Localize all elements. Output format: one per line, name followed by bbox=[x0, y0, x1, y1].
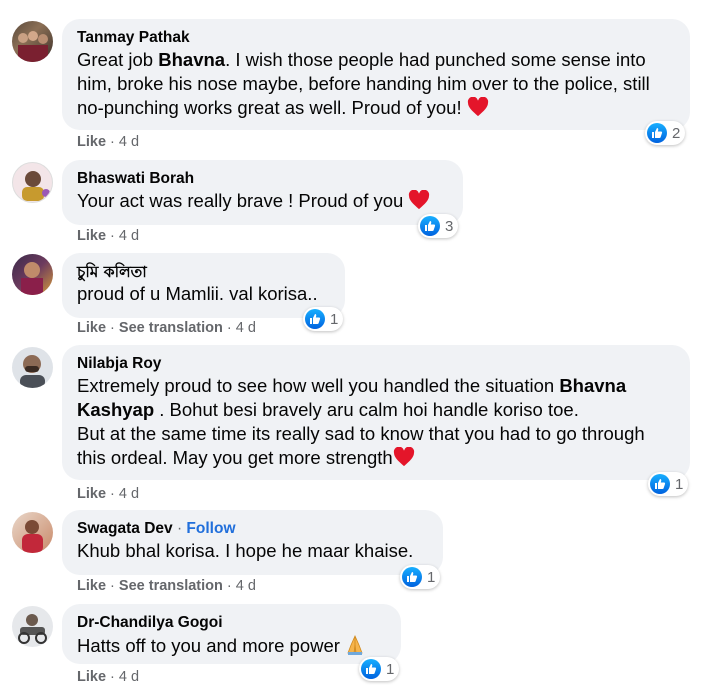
avatar[interactable] bbox=[12, 254, 53, 295]
comment-bubble: চুমি কলিতা proud of u Mamlii. val korisa… bbox=[62, 253, 345, 318]
thumbs-up-icon bbox=[420, 216, 440, 236]
comment-author[interactable]: Dr-Chandilya Gogoi bbox=[77, 613, 387, 633]
reaction-count[interactable]: 2 bbox=[645, 121, 686, 145]
separator: · bbox=[110, 578, 119, 594]
separator: · bbox=[226, 578, 236, 594]
comment-text: proud of u Mamlii. val korisa.. bbox=[77, 283, 318, 304]
comment-bubble: Tanmay Pathak Great job Bhavna. I wish t… bbox=[62, 19, 690, 130]
separator: · bbox=[110, 228, 119, 244]
separator: · bbox=[110, 486, 119, 502]
separator: · bbox=[110, 320, 119, 336]
comment-author[interactable]: Tanmay Pathak bbox=[77, 28, 676, 48]
comment-actions: Like · See translation · 4 d bbox=[77, 320, 256, 336]
timestamp[interactable]: 4 d bbox=[236, 320, 256, 336]
reaction-number: 1 bbox=[330, 310, 339, 328]
comment-text: Extremely proud to see how well you hand… bbox=[77, 374, 676, 470]
reaction-number: 1 bbox=[675, 475, 684, 493]
red-heart-icon bbox=[467, 97, 488, 117]
comment-text: Khub bhal korisa. I hope he maar khaise. bbox=[77, 540, 414, 561]
comment-bubble: Swagata Dev · Follow Khub bhal korisa. I… bbox=[62, 510, 443, 575]
see-translation-link[interactable]: See translation bbox=[119, 578, 223, 594]
avatar[interactable] bbox=[12, 347, 53, 388]
thumbs-up-icon bbox=[305, 309, 325, 329]
reaction-count[interactable]: 1 bbox=[359, 657, 400, 681]
separator: · bbox=[226, 320, 236, 336]
timestamp[interactable]: 4 d bbox=[119, 228, 139, 244]
comment-bubble: Bhaswati Borah Your act was really brave… bbox=[62, 160, 463, 225]
follow-button[interactable]: Follow bbox=[186, 520, 235, 537]
comment-actions: Like · See translation · 4 d bbox=[77, 578, 256, 594]
separator: · bbox=[172, 520, 187, 537]
comment-text-part: Extremely proud to see how well you hand… bbox=[77, 375, 560, 396]
like-button[interactable]: Like bbox=[77, 134, 106, 150]
reaction-number: 1 bbox=[427, 568, 436, 586]
reaction-count[interactable]: 1 bbox=[400, 565, 441, 589]
comment-author[interactable]: Nilabja Roy bbox=[77, 354, 676, 374]
comment-text-part: Your act was really brave ! Proud of you bbox=[77, 190, 409, 211]
red-heart-icon bbox=[393, 447, 414, 467]
avatar[interactable] bbox=[12, 512, 53, 553]
comment-actions: Like · 4 d bbox=[77, 134, 139, 150]
timestamp[interactable]: 4 d bbox=[119, 486, 139, 502]
reaction-number: 1 bbox=[386, 660, 395, 678]
comment-text-part: But at the same time its really sad to k… bbox=[77, 423, 645, 468]
avatar[interactable] bbox=[12, 21, 53, 62]
comment-text-part: . Bohut besi bravely aru calm hoi handle… bbox=[154, 399, 579, 420]
like-button[interactable]: Like bbox=[77, 486, 106, 502]
timestamp[interactable]: 4 d bbox=[236, 578, 256, 594]
thumbs-up-icon bbox=[402, 567, 422, 587]
see-translation-link[interactable]: See translation bbox=[119, 320, 223, 336]
comment-actions: Like · 4 d bbox=[77, 486, 139, 502]
comment-text-part: Great job bbox=[77, 49, 159, 70]
reaction-count[interactable]: 1 bbox=[303, 307, 344, 331]
comment-text: Your act was really brave ! Proud of you bbox=[77, 189, 449, 213]
comment-text: Great job Bhavna. I wish those people ha… bbox=[77, 48, 676, 120]
comment-author[interactable]: Bhaswati Borah bbox=[77, 169, 449, 189]
comment-author: Swagata Dev · Follow bbox=[77, 519, 429, 539]
reaction-number: 3 bbox=[445, 217, 454, 235]
comment-actions: Like · 4 d bbox=[77, 228, 139, 244]
thumbs-up-icon bbox=[647, 123, 667, 143]
like-button[interactable]: Like bbox=[77, 669, 106, 685]
separator: · bbox=[110, 669, 119, 685]
like-button[interactable]: Like bbox=[77, 320, 106, 336]
comment-actions: Like · 4 d bbox=[77, 669, 139, 685]
comment-text-part: Hatts off to you and more power bbox=[77, 635, 346, 656]
red-heart-icon bbox=[409, 190, 430, 210]
mention-link[interactable]: Bhavna bbox=[158, 49, 225, 70]
timestamp[interactable]: 4 d bbox=[119, 669, 139, 685]
thumbs-up-icon bbox=[650, 474, 670, 494]
timestamp[interactable]: 4 d bbox=[119, 134, 139, 150]
reaction-count[interactable]: 3 bbox=[418, 214, 459, 238]
avatar[interactable] bbox=[12, 162, 53, 203]
comment-text: Hatts off to you and more power bbox=[77, 633, 387, 658]
author-name[interactable]: Swagata Dev bbox=[77, 520, 173, 537]
avatar[interactable] bbox=[12, 606, 53, 647]
like-button[interactable]: Like bbox=[77, 578, 106, 594]
comment-bubble: Nilabja Roy Extremely proud to see how w… bbox=[62, 345, 690, 480]
folded-hands-icon bbox=[347, 635, 363, 655]
thumbs-up-icon bbox=[361, 659, 381, 679]
like-button[interactable]: Like bbox=[77, 228, 106, 244]
reaction-number: 2 bbox=[672, 124, 681, 142]
comment-author[interactable]: চুমি কলিতা bbox=[77, 262, 331, 282]
separator: · bbox=[110, 134, 119, 150]
reaction-count[interactable]: 1 bbox=[648, 472, 689, 496]
comment-bubble: Dr-Chandilya Gogoi Hatts off to you and … bbox=[62, 604, 401, 664]
